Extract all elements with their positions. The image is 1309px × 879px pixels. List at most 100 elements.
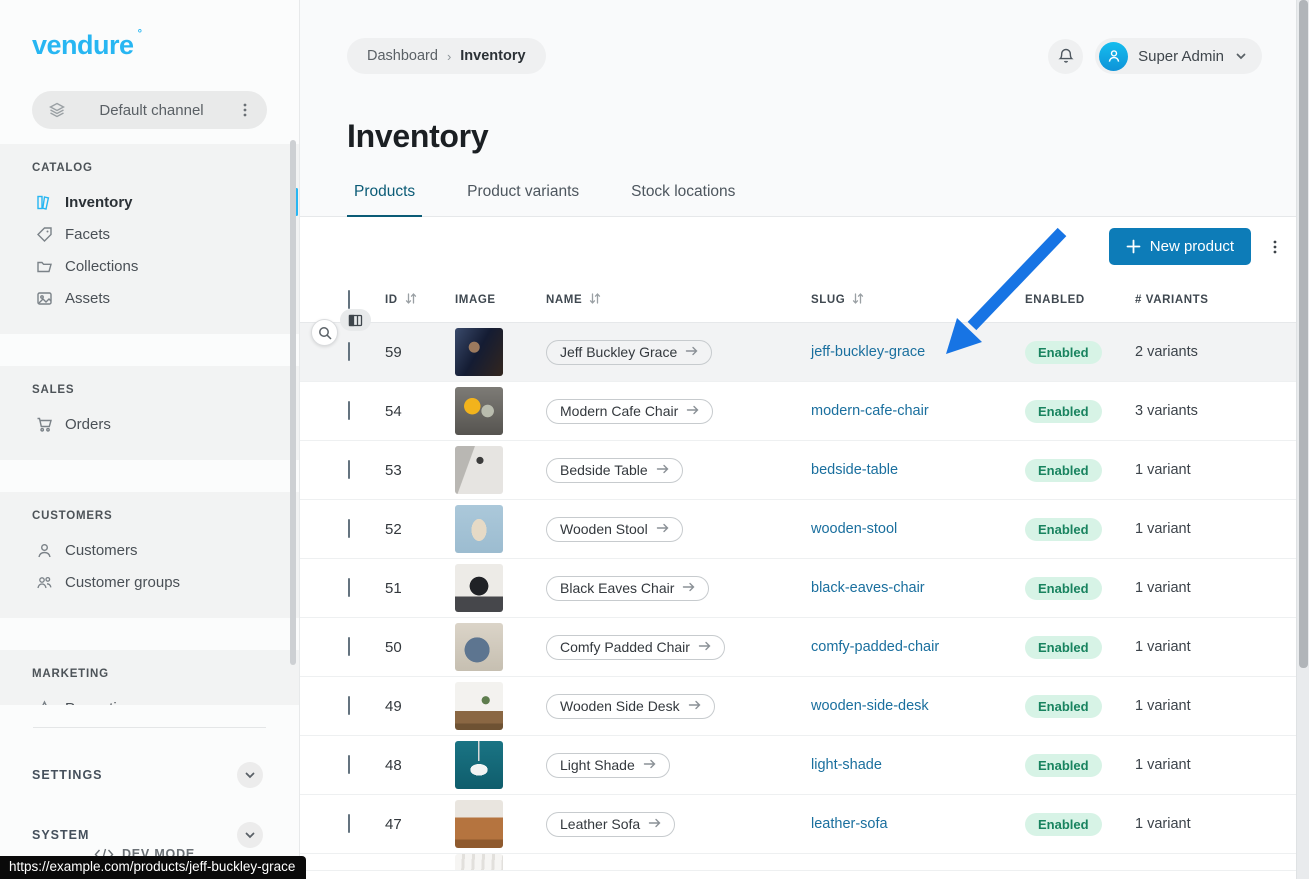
tab-products[interactable]: Products bbox=[347, 183, 422, 217]
column-picker-button[interactable] bbox=[340, 309, 371, 331]
notifications-button[interactable] bbox=[1048, 39, 1083, 74]
sidebar-item-label: Facets bbox=[65, 226, 110, 243]
product-slug-link[interactable]: black-eaves-chair bbox=[811, 580, 925, 596]
row-checkbox[interactable] bbox=[348, 519, 350, 538]
sidebar-scrollbar[interactable] bbox=[290, 140, 296, 665]
product-slug-link[interactable]: bedside-table bbox=[811, 462, 898, 478]
scrollbar-thumb[interactable] bbox=[1299, 0, 1308, 668]
table-row-wooden-side-desk[interactable]: 49 Wooden Side Desk wooden-side-desk Ena… bbox=[300, 677, 1296, 736]
collections-icon bbox=[36, 258, 53, 275]
product-slug-link[interactable]: jeff-buckley-grace bbox=[811, 344, 925, 360]
new-product-button[interactable]: New product bbox=[1109, 228, 1251, 265]
channel-label: Default channel bbox=[66, 102, 237, 119]
sidebar-item-customers[interactable]: Customers bbox=[0, 534, 299, 566]
collapsible-section-system[interactable]: SYSTEM bbox=[32, 822, 263, 848]
select-all-checkbox[interactable] bbox=[348, 290, 350, 309]
product-slug-link[interactable]: modern-cafe-chair bbox=[811, 403, 929, 419]
product-id: 52 bbox=[385, 521, 455, 538]
vendure-logo[interactable]: vendure° bbox=[32, 30, 134, 61]
sidebar-item-label: Assets bbox=[65, 290, 110, 307]
product-slug-link[interactable]: comfy-padded-chair bbox=[811, 639, 939, 655]
product-slug-link[interactable]: wooden-side-desk bbox=[811, 698, 929, 714]
product-name-chip[interactable]: Bedside Table bbox=[546, 458, 683, 483]
product-name-chip[interactable]: Light Shade bbox=[546, 753, 670, 778]
sort-icon[interactable] bbox=[851, 292, 865, 308]
product-id: 50 bbox=[385, 639, 455, 656]
customers-icon bbox=[36, 542, 53, 559]
row-checkbox[interactable] bbox=[348, 342, 350, 361]
sort-icon[interactable] bbox=[404, 292, 418, 308]
sidebar-item-collections[interactable]: Collections bbox=[0, 250, 299, 282]
arrow-right-icon bbox=[682, 580, 695, 596]
nav-section-marketing: MARKETING Promotions bbox=[0, 650, 299, 705]
arrow-right-icon bbox=[688, 698, 701, 714]
chevron-down-icon[interactable] bbox=[237, 822, 263, 848]
user-menu[interactable]: Super Admin bbox=[1095, 38, 1262, 74]
column-header-name: NAME bbox=[546, 292, 811, 308]
table-row-jeff-buckley-grace[interactable]: 59 Jeff Buckley Grace jeff-buckley-grace… bbox=[300, 323, 1296, 382]
sidebar-item-orders[interactable]: Orders bbox=[0, 408, 299, 440]
chevron-down-icon[interactable] bbox=[237, 762, 263, 788]
sidebar-item-inventory[interactable]: Inventory bbox=[0, 186, 299, 218]
breadcrumb-inventory[interactable]: Inventory bbox=[460, 48, 525, 64]
row-checkbox[interactable] bbox=[348, 814, 350, 833]
sidebar-item-label: Collections bbox=[65, 258, 138, 275]
sidebar-item-customer-groups[interactable]: Customer groups bbox=[0, 566, 299, 598]
table-row-comfy-padded-chair[interactable]: 50 Comfy Padded Chair comfy-padded-chair… bbox=[300, 618, 1296, 677]
product-name-chip[interactable]: Modern Cafe Chair bbox=[546, 399, 713, 424]
table-row-black-eaves-chair[interactable]: 51 Black Eaves Chair black-eaves-chair E… bbox=[300, 559, 1296, 618]
assets-icon bbox=[36, 290, 53, 307]
product-thumbnail bbox=[455, 387, 503, 435]
search-button[interactable] bbox=[311, 319, 338, 346]
sidebar-item-promotions[interactable]: Promotions bbox=[0, 692, 299, 705]
row-checkbox[interactable] bbox=[348, 460, 350, 479]
table-row-partial[interactable] bbox=[300, 854, 1296, 871]
product-name-chip[interactable]: Jeff Buckley Grace bbox=[546, 340, 712, 365]
breadcrumb-dashboard[interactable]: Dashboard bbox=[367, 48, 438, 64]
product-slug-link[interactable]: leather-sofa bbox=[811, 816, 888, 832]
row-checkbox[interactable] bbox=[348, 755, 350, 774]
customer-groups-icon bbox=[36, 574, 53, 591]
arrow-right-icon bbox=[698, 639, 711, 655]
product-slug-link[interactable]: wooden-stool bbox=[811, 521, 897, 537]
sidebar-item-assets[interactable]: Assets bbox=[0, 282, 299, 314]
tab-product-variants[interactable]: Product variants bbox=[460, 183, 586, 217]
table-row-light-shade[interactable]: 48 Light Shade light-shade Enabled 1 var… bbox=[300, 736, 1296, 795]
table-row-leather-sofa[interactable]: 47 Leather Sofa leather-sofa Enabled 1 v… bbox=[300, 795, 1296, 854]
table-row-wooden-stool[interactable]: 52 Wooden Stool wooden-stool Enabled 1 v… bbox=[300, 500, 1296, 559]
main-scrollbar[interactable] bbox=[1296, 0, 1309, 879]
orders-icon bbox=[36, 416, 53, 433]
status-badge: Enabled bbox=[1025, 341, 1102, 364]
table-row-bedside-table[interactable]: 53 Bedside Table bedside-table Enabled 1… bbox=[300, 441, 1296, 500]
product-name: Comfy Padded Chair bbox=[560, 639, 690, 655]
product-slug-link[interactable]: light-shade bbox=[811, 757, 882, 773]
bell-icon bbox=[1057, 47, 1075, 65]
channel-selector[interactable]: Default channel bbox=[32, 91, 267, 129]
product-name-chip[interactable]: Wooden Stool bbox=[546, 517, 683, 542]
toolbar-menu-icon[interactable] bbox=[1267, 239, 1283, 255]
product-name-chip[interactable]: Black Eaves Chair bbox=[546, 576, 709, 601]
row-checkbox[interactable] bbox=[348, 578, 350, 597]
sidebar-item-label: Inventory bbox=[65, 194, 133, 211]
tab-stock-locations[interactable]: Stock locations bbox=[624, 183, 742, 217]
product-name-chip[interactable]: Wooden Side Desk bbox=[546, 694, 715, 719]
variants-count: 1 variant bbox=[1135, 639, 1296, 655]
product-name-chip[interactable]: Leather Sofa bbox=[546, 812, 675, 837]
status-badge: Enabled bbox=[1025, 400, 1102, 423]
breadcrumb-separator: › bbox=[447, 49, 451, 64]
table-row-modern-cafe-chair[interactable]: 54 Modern Cafe Chair modern-cafe-chair E… bbox=[300, 382, 1296, 441]
sidebar-item-facets[interactable]: Facets bbox=[0, 218, 299, 250]
product-name-chip[interactable]: Comfy Padded Chair bbox=[546, 635, 725, 660]
status-badge: Enabled bbox=[1025, 577, 1102, 600]
channel-menu-icon[interactable] bbox=[237, 102, 253, 118]
search-icon bbox=[318, 326, 332, 340]
sort-icon[interactable] bbox=[588, 292, 602, 308]
variants-count: 1 variant bbox=[1135, 698, 1296, 714]
collapsible-section-settings[interactable]: SETTINGS bbox=[32, 762, 263, 788]
row-checkbox[interactable] bbox=[348, 696, 350, 715]
row-checkbox[interactable] bbox=[348, 401, 350, 420]
variants-count: 1 variant bbox=[1135, 757, 1296, 773]
sidebar-item-label: Customer groups bbox=[65, 574, 180, 591]
main-content: Dashboard›Inventory Super Admin Inventor… bbox=[300, 0, 1309, 879]
row-checkbox[interactable] bbox=[348, 637, 350, 656]
